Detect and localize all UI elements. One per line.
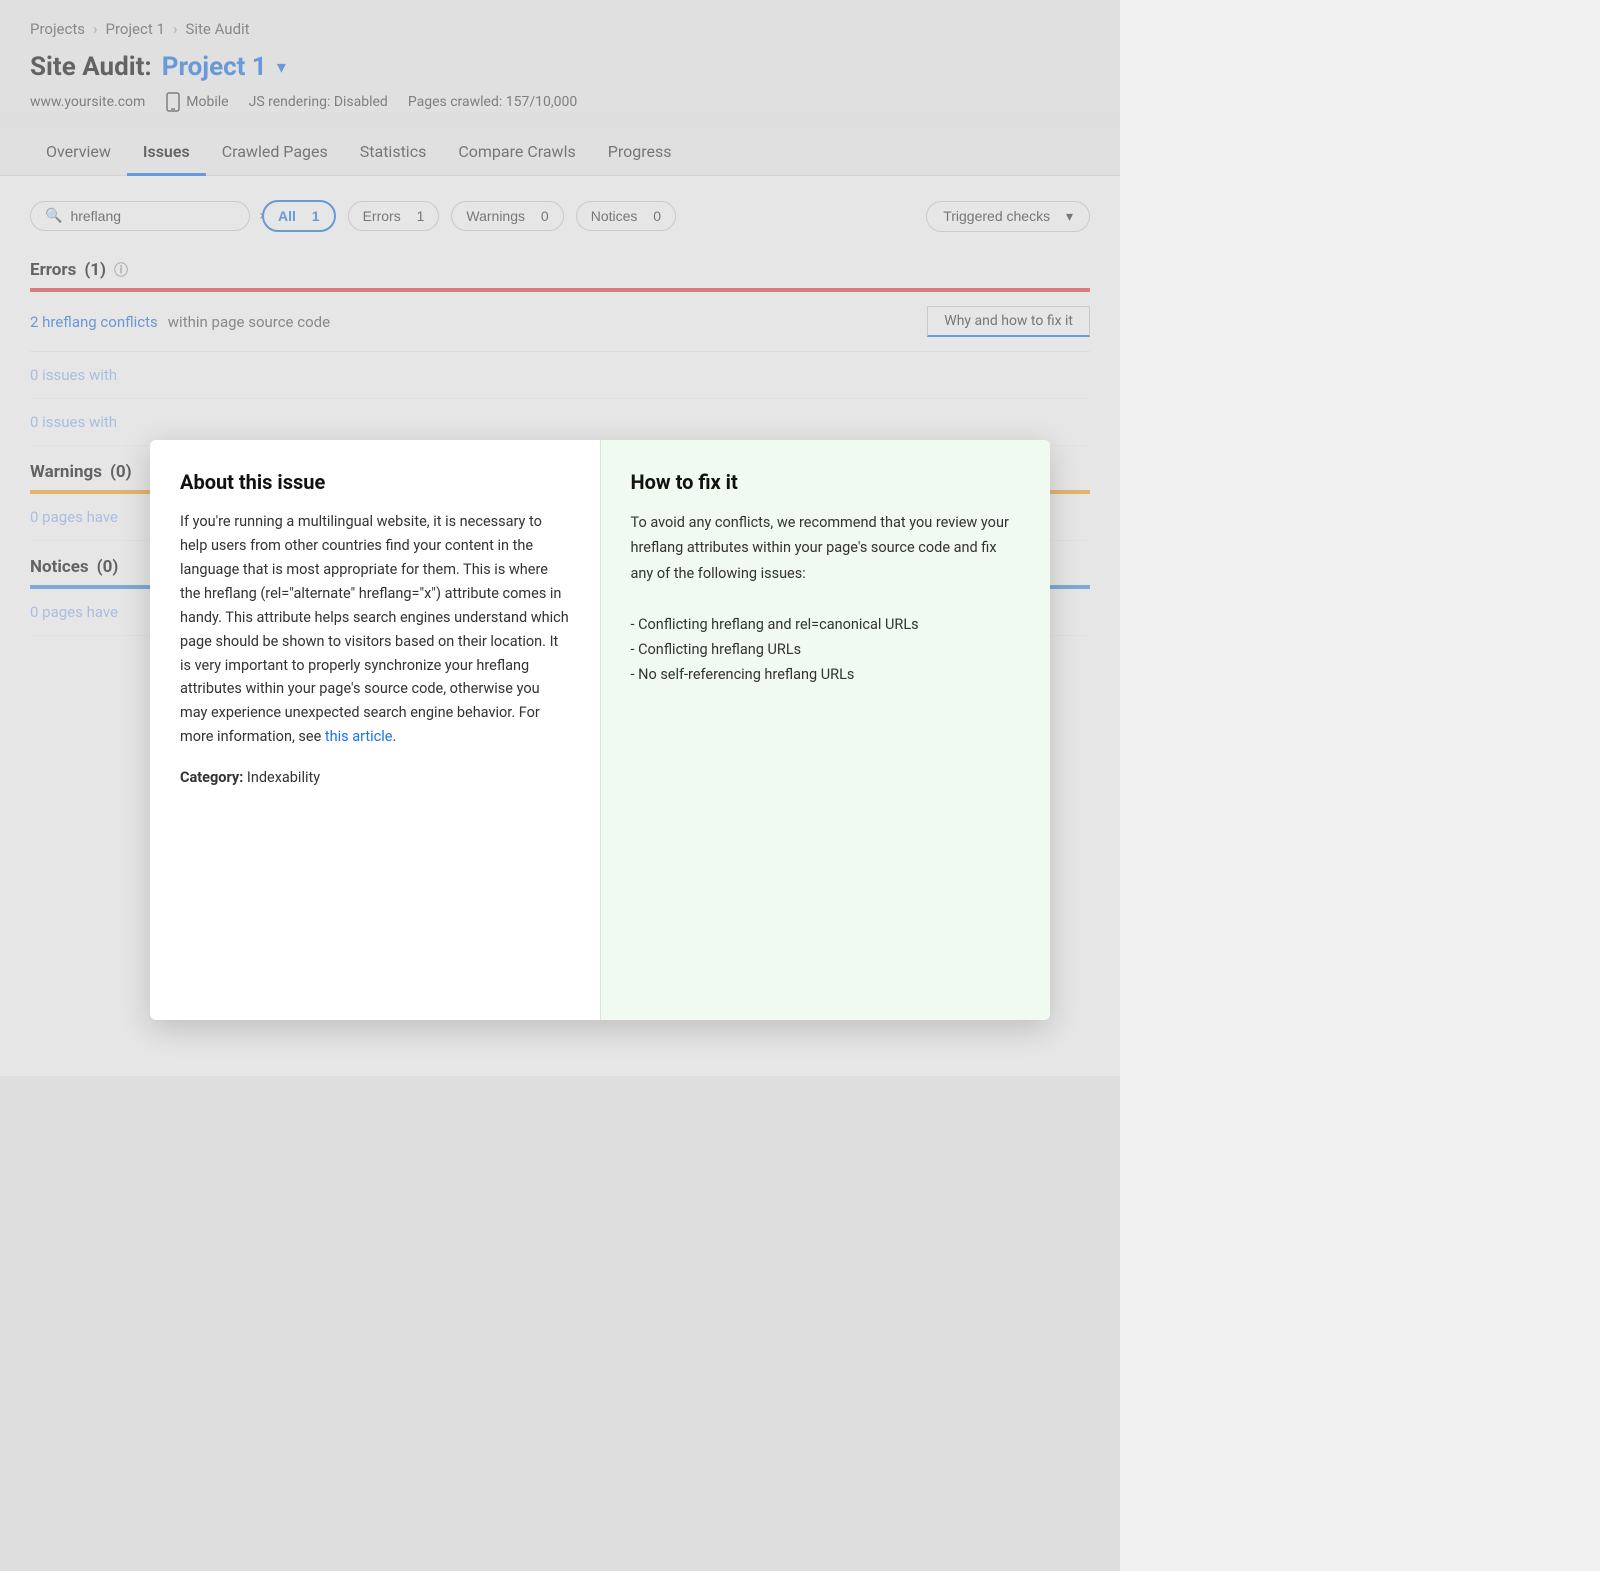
tooltip-howtofix-title: How to fix it [631, 470, 1021, 494]
tooltip-category: Category: Indexability [180, 769, 570, 786]
this-article-link[interactable]: this article [325, 728, 393, 745]
tooltip-right-panel: How to fix it To avoid any conflicts, we… [601, 440, 1051, 1020]
tooltip-left-panel: About this issue If you're running a mul… [150, 440, 601, 1020]
tooltip-about-title: About this issue [180, 470, 570, 494]
tooltip-about-body: If you're running a multilingual website… [180, 510, 570, 749]
tooltip-howtofix-body: To avoid any conflicts, we recommend tha… [631, 510, 1021, 688]
tooltip-popup: About this issue If you're running a mul… [150, 440, 1050, 1020]
